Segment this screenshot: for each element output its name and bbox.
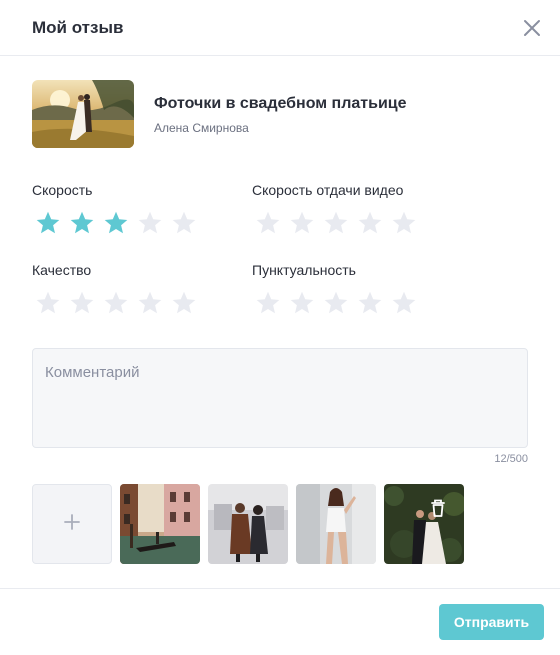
trash-icon[interactable] — [426, 496, 450, 520]
star-icon[interactable] — [137, 290, 163, 316]
dialog-title: Мой отзыв — [32, 18, 124, 37]
star-icon[interactable] — [103, 210, 129, 236]
star-icon[interactable] — [289, 210, 315, 236]
project-author: Алена Смирнова — [154, 121, 249, 135]
submit-button[interactable]: Отправить — [439, 604, 544, 640]
star-icon[interactable] — [391, 210, 417, 236]
star-icon[interactable] — [323, 290, 349, 316]
rating-stars-speed — [35, 210, 205, 236]
star-icon[interactable] — [171, 290, 197, 316]
star-icon[interactable] — [171, 210, 197, 236]
star-icon[interactable] — [357, 210, 383, 236]
plus-icon — [63, 513, 81, 536]
comment-input[interactable] — [32, 348, 528, 448]
star-icon[interactable] — [103, 290, 129, 316]
comment-char-counter: 12/500 — [494, 453, 528, 465]
rating-stars-punctuality — [255, 290, 425, 316]
photo-thumbnail-3[interactable] — [296, 484, 376, 564]
rating-label-video-speed: Скорость отдачи видео — [252, 182, 404, 198]
add-photo-button[interactable] — [32, 484, 112, 564]
star-icon[interactable] — [323, 210, 349, 236]
project-thumbnail — [32, 80, 134, 148]
photo-thumbnail-4[interactable] — [384, 484, 464, 564]
star-icon[interactable] — [391, 290, 417, 316]
dialog-header: Мой отзыв — [0, 0, 560, 56]
close-icon[interactable] — [520, 16, 544, 40]
rating-label-quality: Качество — [32, 262, 92, 278]
photo-thumbnail-2[interactable] — [208, 484, 288, 564]
star-icon[interactable] — [69, 290, 95, 316]
star-icon[interactable] — [69, 210, 95, 236]
rating-label-speed: Скорость — [32, 182, 93, 198]
star-icon[interactable] — [35, 210, 61, 236]
rating-stars-quality — [35, 290, 205, 316]
star-icon[interactable] — [357, 290, 383, 316]
star-icon[interactable] — [255, 290, 281, 316]
photo-thumbnail-1[interactable] — [120, 484, 200, 564]
star-icon[interactable] — [35, 290, 61, 316]
rating-label-punctuality: Пунктуальность — [252, 262, 356, 278]
star-icon[interactable] — [137, 210, 163, 236]
rating-stars-video-speed — [255, 210, 425, 236]
star-icon[interactable] — [289, 290, 315, 316]
project-title: Фоточки в свадебном платьице — [154, 95, 407, 112]
star-icon[interactable] — [255, 210, 281, 236]
